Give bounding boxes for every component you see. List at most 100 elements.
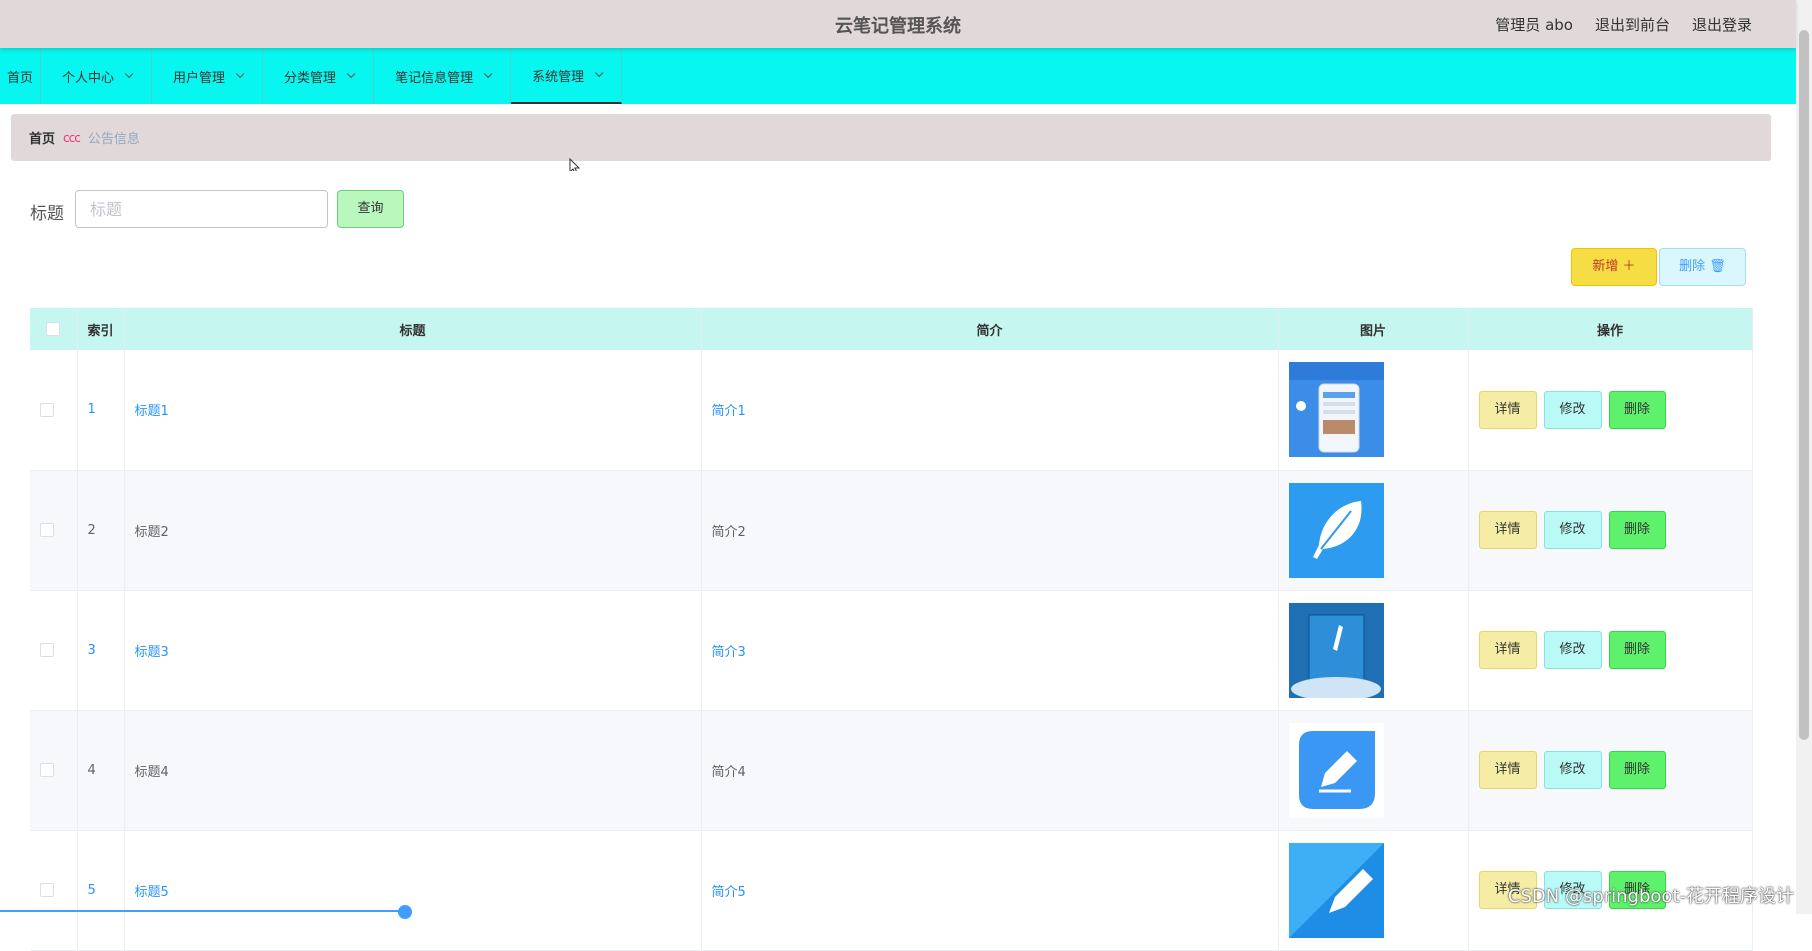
row-image-cell bbox=[1278, 710, 1469, 831]
table-row: 2 标题2 简介2 详情 修改 删除 bbox=[30, 470, 1753, 591]
row-index: 3 bbox=[77, 590, 125, 711]
nav-label: 分类管理 bbox=[284, 70, 337, 86]
row-checkbox-cell[interactable] bbox=[30, 350, 78, 471]
logout-link[interactable]: 退出登录 bbox=[1692, 14, 1752, 35]
nav-label: 个人中心 bbox=[62, 70, 115, 86]
row-actions-cell: 详情 修改 删除 bbox=[1468, 470, 1753, 591]
chevron-down-icon bbox=[594, 68, 604, 78]
row-checkbox-cell[interactable] bbox=[30, 830, 78, 951]
row-checkbox[interactable] bbox=[40, 883, 54, 897]
row-index: 5 bbox=[77, 830, 125, 951]
chevron-down-icon bbox=[483, 69, 493, 79]
progress-dot bbox=[398, 905, 412, 919]
pencil-app-icon[interactable] bbox=[1288, 842, 1384, 938]
row-checkbox[interactable] bbox=[40, 763, 54, 777]
detail-button[interactable]: 详情 bbox=[1478, 390, 1537, 429]
header-title: 标题 bbox=[124, 308, 702, 350]
row-image-cell bbox=[1278, 590, 1469, 711]
select-all-checkbox[interactable] bbox=[46, 322, 61, 336]
row-title: 标题5 bbox=[124, 830, 702, 951]
breadcrumb-separator: ccc bbox=[63, 130, 81, 145]
add-button[interactable]: 新增 ＋ bbox=[1571, 248, 1657, 286]
query-button[interactable]: 查询 bbox=[337, 190, 404, 228]
nav-label: 首页 bbox=[7, 70, 34, 86]
delete-button[interactable]: 删除 bbox=[1608, 390, 1666, 429]
header-user-menu: 管理员 abo 退出到前台 退出登录 bbox=[1495, 14, 1752, 35]
row-title: 标题4 bbox=[124, 710, 702, 831]
main-nav: 首页 个人中心 用户管理 分类管理 笔记信息管理 系统管理 bbox=[0, 48, 1796, 104]
select-all-cell[interactable] bbox=[30, 308, 78, 350]
row-image-cell bbox=[1278, 350, 1469, 471]
nav-label: 系统管理 bbox=[532, 69, 585, 85]
notebook-cover-icon[interactable] bbox=[1288, 602, 1384, 698]
row-title: 标题3 bbox=[124, 590, 702, 711]
header-actions: 操作 bbox=[1468, 308, 1753, 350]
table-row: 4 标题4 简介4 详情 修改 删除 bbox=[30, 710, 1753, 831]
loading-progress-bar bbox=[0, 905, 412, 919]
search-label: 标题 bbox=[30, 204, 64, 224]
edit-button[interactable]: 修改 bbox=[1543, 511, 1602, 549]
row-title: 标题1 bbox=[124, 350, 702, 471]
edit-pencil-icon[interactable] bbox=[1288, 722, 1384, 818]
phone-app-screenshot-icon[interactable] bbox=[1288, 362, 1384, 458]
breadcrumb: 首页 ccc 公告信息 bbox=[11, 114, 1771, 161]
row-intro: 简介5 bbox=[701, 830, 1279, 951]
row-image-cell bbox=[1278, 830, 1469, 951]
top-header: 云笔记管理系统 管理员 abo 退出到前台 退出登录 bbox=[0, 0, 1796, 48]
row-actions-cell: 详情 修改 删除 bbox=[1468, 710, 1753, 831]
chevron-down-icon bbox=[124, 69, 134, 79]
header-image: 图片 bbox=[1278, 308, 1469, 350]
detail-button[interactable]: 详情 bbox=[1478, 511, 1537, 549]
row-intro: 简介2 bbox=[701, 470, 1279, 591]
detail-button[interactable]: 详情 bbox=[1478, 631, 1537, 669]
row-index: 2 bbox=[77, 470, 125, 591]
row-image-cell bbox=[1278, 470, 1469, 591]
feather-icon[interactable] bbox=[1288, 482, 1384, 578]
title-search-input[interactable] bbox=[75, 190, 328, 228]
row-intro: 简介1 bbox=[701, 350, 1279, 471]
row-title: 标题2 bbox=[124, 470, 702, 591]
nav-item-category-management[interactable]: 分类管理 bbox=[263, 48, 375, 104]
page-scrollbar[interactable] bbox=[1796, 0, 1812, 914]
batch-delete-button[interactable]: 删除 🗑 bbox=[1659, 248, 1746, 286]
row-checkbox[interactable] bbox=[40, 643, 54, 657]
row-actions-cell: 详情 修改 删除 bbox=[1468, 350, 1753, 471]
nav-label: 笔记信息管理 bbox=[395, 70, 474, 86]
delete-button[interactable]: 删除 bbox=[1608, 511, 1666, 549]
detail-button[interactable]: 详情 bbox=[1478, 751, 1537, 789]
header-intro: 简介 bbox=[701, 308, 1279, 350]
edit-button[interactable]: 修改 bbox=[1543, 631, 1602, 669]
table-row: 1 标题1 简介1 详情 修改 删除 bbox=[30, 350, 1753, 471]
front-link[interactable]: 退出到前台 bbox=[1595, 14, 1670, 35]
scrollbar-thumb[interactable] bbox=[1799, 30, 1809, 740]
chevron-down-icon bbox=[235, 69, 245, 79]
row-checkbox[interactable] bbox=[40, 402, 54, 417]
notice-table: 索引 标题 简介 图片 操作 1 标题1 简介1 详情 修改 删除 2 标题2 … bbox=[30, 308, 1753, 951]
edit-button[interactable]: 修改 bbox=[1543, 751, 1602, 789]
row-index: 4 bbox=[77, 710, 125, 831]
row-intro: 简介3 bbox=[701, 590, 1279, 711]
row-index: 1 bbox=[77, 350, 125, 471]
nav-item-note-management[interactable]: 笔记信息管理 bbox=[374, 48, 512, 104]
breadcrumb-home[interactable]: 首页 bbox=[29, 128, 55, 147]
breadcrumb-current: 公告信息 bbox=[87, 132, 140, 147]
admin-user-label: 管理员 abo bbox=[1495, 16, 1573, 34]
nav-item-system-management[interactable]: 系统管理 bbox=[511, 48, 623, 104]
edit-button[interactable]: 修改 bbox=[1543, 390, 1602, 429]
row-actions-cell: 详情 修改 删除 bbox=[1468, 590, 1753, 711]
watermark: CSDN @springboot-花开程序设计 bbox=[1507, 886, 1794, 907]
row-checkbox[interactable] bbox=[40, 523, 54, 537]
table-row: 3 标题3 简介3 详情 修改 删除 bbox=[30, 590, 1753, 711]
row-checkbox-cell[interactable] bbox=[30, 590, 78, 711]
main-content: 标题 查询 新增 ＋ 删除 🗑 索引 标题 简介 图片 操作 1 标题1 简介1 bbox=[11, 171, 1771, 951]
delete-button[interactable]: 删除 bbox=[1608, 631, 1666, 669]
nav-item-user-management[interactable]: 用户管理 bbox=[152, 48, 264, 104]
row-checkbox-cell[interactable] bbox=[30, 710, 78, 831]
nav-label: 用户管理 bbox=[173, 70, 226, 86]
chevron-down-icon bbox=[346, 69, 356, 79]
nav-item-personal-center[interactable]: 个人中心 bbox=[41, 48, 153, 104]
nav-item-home[interactable]: 首页 bbox=[0, 48, 42, 104]
row-checkbox-cell[interactable] bbox=[30, 470, 78, 591]
delete-button[interactable]: 删除 bbox=[1608, 751, 1666, 789]
table-row: 5 标题5 简介5 详情 修改 删除 bbox=[30, 830, 1753, 951]
